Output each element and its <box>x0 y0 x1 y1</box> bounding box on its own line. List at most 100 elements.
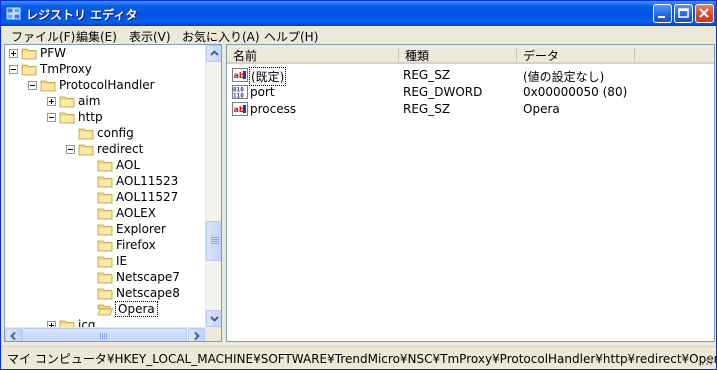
maximize-icon <box>678 8 689 18</box>
tree-node-ie[interactable]: IE <box>5 253 205 269</box>
collapse-icon[interactable] <box>28 81 37 90</box>
tree-node-pfw[interactable]: PFW <box>5 45 205 61</box>
column-header-data[interactable]: データ <box>517 45 635 64</box>
folder-icon <box>78 144 94 156</box>
menu-favorites[interactable]: お気に入り(A) <box>182 28 260 45</box>
tree-node-aolex[interactable]: AOLEX <box>5 205 205 221</box>
tree-node-label: Netscape7 <box>116 270 180 284</box>
tree-node-redirect[interactable]: redirect <box>5 141 205 157</box>
tree-node-label: Firefox <box>116 238 156 252</box>
column-header-filler <box>635 45 714 64</box>
value-row[interactable]: 010 110 port REG_DWORD 0x00000050 (80) <box>227 84 714 101</box>
folder-icon <box>97 192 113 204</box>
expand-icon[interactable] <box>47 97 56 106</box>
expand-icon[interactable] <box>9 49 18 58</box>
close-button[interactable] <box>695 4 714 23</box>
column-header-data-label: データ <box>523 49 560 63</box>
registry-editor-window: レジストリ エディタ ファイル(F) 編集(E) 表示(V) お気に入り(A) … <box>0 0 717 370</box>
folder-icon <box>78 128 94 140</box>
collapse-icon[interactable] <box>9 65 18 74</box>
tree-horizontal-scrollbar[interactable] <box>5 327 205 341</box>
column-header-type-label: 種類 <box>405 49 430 63</box>
minimize-button[interactable] <box>653 4 672 23</box>
tree-node-label: config <box>97 126 134 140</box>
tree-horizontal-scroll-thumb[interactable] <box>22 328 187 341</box>
value-data: (値の設定なし) <box>523 70 605 84</box>
tree-node-netscape7[interactable]: Netscape7 <box>5 269 205 285</box>
tree-node-label: ProtocolHandler <box>59 78 155 92</box>
tree-node-aol[interactable]: AOL <box>5 157 205 173</box>
tree-node-label: aim <box>78 94 101 108</box>
folder-icon <box>97 160 113 172</box>
status-path: マイ コンピュータ¥HKEY_LOCAL_MACHINE¥SOFTWARE¥Tr… <box>7 352 717 366</box>
menu-view[interactable]: 表示(V) <box>129 28 171 45</box>
value-row[interactable]: ab (既定) REG_SZ (値の設定なし) <box>227 67 714 86</box>
folder-icon <box>59 96 75 108</box>
resize-grip-icon[interactable] <box>701 354 713 366</box>
tree-node-aol11527[interactable]: AOL11527 <box>5 189 205 205</box>
string-value-icon: ab <box>232 102 248 116</box>
chevron-right-icon <box>194 331 200 341</box>
tree-node-firefox[interactable]: Firefox <box>5 237 205 253</box>
tree-node-tmproxy[interactable]: TmProxy <box>5 61 205 77</box>
scrollbar-corner <box>205 327 221 341</box>
value-type: REG_DWORD <box>403 85 483 99</box>
tree-node-aol11523[interactable]: AOL11523 <box>5 173 205 189</box>
tree-node-label: AOLEX <box>116 206 156 220</box>
tree-node-label: redirect <box>97 142 144 156</box>
tree-node-opera[interactable]: Opera <box>5 301 205 317</box>
value-type: REG_SZ <box>403 102 451 116</box>
tree-node-http[interactable]: http <box>5 109 205 125</box>
value-name: (既定) <box>248 67 287 86</box>
close-icon <box>699 8 709 18</box>
value-data: 0x00000050 (80) <box>523 85 628 99</box>
collapse-icon[interactable] <box>66 145 75 154</box>
scroll-up-button[interactable] <box>206 45 221 62</box>
tree-node-label: AOL <box>116 158 141 172</box>
menu-file[interactable]: ファイル(F) <box>11 28 75 45</box>
menu-bar: ファイル(F) 編集(E) 表示(V) お気に入り(A) ヘルプ(H) <box>2 26 715 44</box>
value-list-pane[interactable]: 名前 種類 データ ab (既定) REG_SZ (値の設定なし) 010 11… <box>226 44 715 342</box>
title-bar[interactable]: レジストリ エディタ <box>1 1 716 26</box>
tree-vertical-scroll-thumb[interactable] <box>206 221 221 261</box>
collapse-icon[interactable] <box>47 113 56 122</box>
tree-node-netscape8[interactable]: Netscape8 <box>5 285 205 301</box>
tree-node-label: http <box>78 110 103 124</box>
folder-icon <box>21 48 37 60</box>
tree-node-explorer[interactable]: Explorer <box>5 221 205 237</box>
maximize-button[interactable] <box>674 4 693 23</box>
scroll-down-button[interactable] <box>206 310 221 327</box>
menu-edit[interactable]: 編集(E) <box>76 28 117 45</box>
tree-node-label: Explorer <box>116 222 166 236</box>
registry-editor-icon <box>6 7 21 20</box>
column-header-name[interactable]: 名前 <box>227 45 399 64</box>
tree-node-label: AOL11527 <box>116 190 179 204</box>
value-data: Opera <box>523 102 560 116</box>
folder-open-icon <box>97 304 113 316</box>
scroll-right-button[interactable] <box>188 328 205 341</box>
tree-node-label: TmProxy <box>40 62 92 76</box>
folder-icon <box>21 64 37 76</box>
minimize-icon <box>658 16 665 18</box>
scroll-left-button[interactable] <box>5 328 22 341</box>
folder-icon <box>97 288 113 300</box>
tree-node-label: Opera <box>115 301 158 317</box>
tree-node-protocolhandler[interactable]: ProtocolHandler <box>5 77 205 93</box>
folder-icon <box>97 240 113 252</box>
binary-value-icon: 010 110 <box>232 85 248 99</box>
folder-icon <box>97 176 113 188</box>
column-header-type[interactable]: 種類 <box>399 45 517 64</box>
value-row[interactable]: ab process REG_SZ Opera <box>227 101 714 118</box>
tree-node-config[interactable]: config <box>5 125 205 141</box>
key-tree-pane[interactable]: PFW TmProxy ProtocolHandler aim http config re… <box>4 44 222 342</box>
folder-icon <box>59 112 75 124</box>
chevron-up-icon <box>210 50 219 56</box>
menu-help[interactable]: ヘルプ(H) <box>264 28 318 45</box>
chevron-left-icon <box>10 331 16 341</box>
tree-vertical-scrollbar[interactable] <box>205 45 221 327</box>
tree-node-aim[interactable]: aim <box>5 93 205 109</box>
value-name: port <box>250 85 275 99</box>
value-name: process <box>250 102 297 116</box>
folder-icon <box>97 256 113 268</box>
folder-icon <box>97 208 113 220</box>
